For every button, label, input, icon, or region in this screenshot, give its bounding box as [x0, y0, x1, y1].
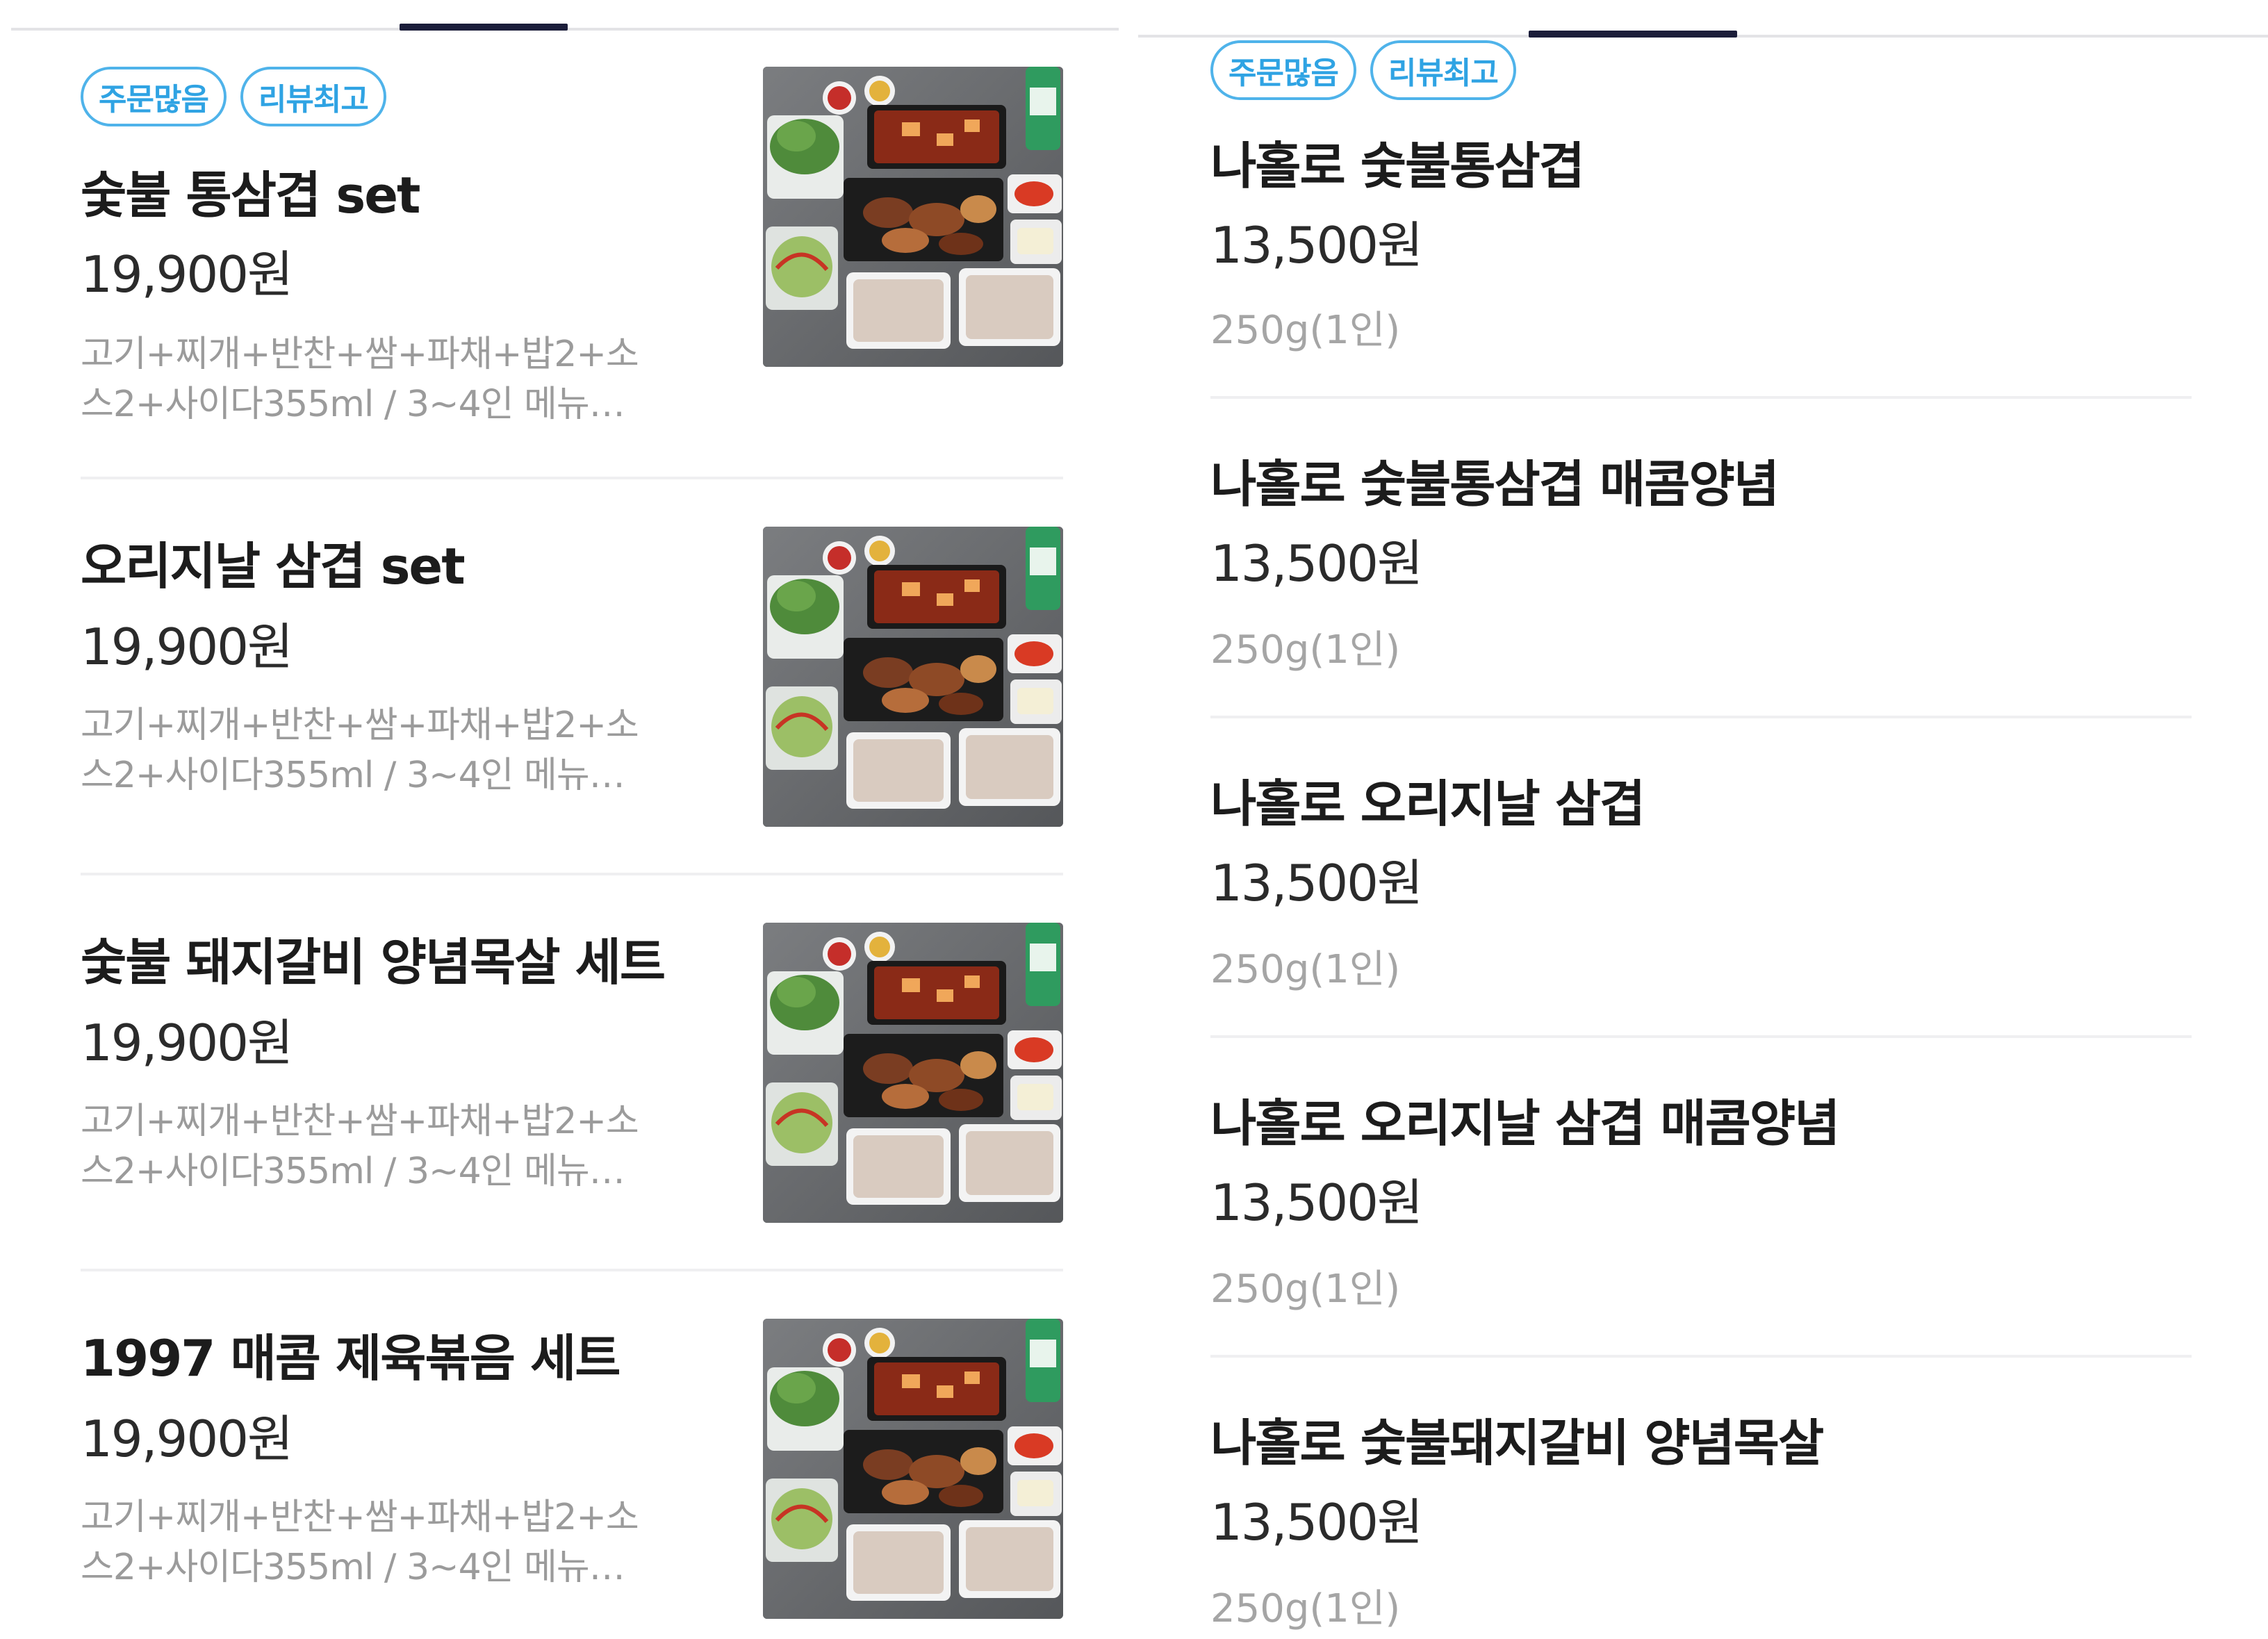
- menu-item-weight: 250g(1인): [1210, 308, 1401, 353]
- menu-item-image: [763, 527, 1063, 827]
- menu-item-desc-line2: 스2+사이다355ml / 3~4인 메뉴…: [81, 1547, 625, 1588]
- menu-item-title: 나홀로 오리지날 삼겹: [1210, 775, 1645, 833]
- meat-set-photo: [763, 923, 1063, 1223]
- menu-item-weight: 250g(1인): [1210, 1586, 1401, 1631]
- menu-item-desc-line2: 스2+사이다355ml / 3~4인 메뉴…: [81, 384, 625, 425]
- menu-item-price: 13,500원: [1210, 1173, 1423, 1232]
- badge-group: 주문많음 리뷰최고: [1210, 40, 1516, 100]
- menu-item-price: 13,500원: [1210, 854, 1423, 912]
- panel-divider: [1119, 0, 1137, 1639]
- divider: [1210, 396, 2192, 399]
- menu-item-image: [763, 1319, 1063, 1619]
- menu-item-price: 13,500원: [1210, 534, 1423, 593]
- menu-item-title: 1997 매콤 제육볶음 세트: [81, 1329, 621, 1387]
- tab-underline: [11, 28, 1128, 31]
- menu-item-title: 나홀로 숯불통삼겹 매콤양념: [1210, 455, 1780, 513]
- menu-item-title: 나홀로 숯불통삼겹: [1210, 137, 1585, 195]
- badge-group: 주문많음 리뷰최고: [81, 67, 386, 126]
- menu-item-weight: 250g(1인): [1210, 627, 1401, 673]
- divider: [81, 1269, 1063, 1271]
- menu-item-title: 나홀로 오리지날 삼겹 매콤양념: [1210, 1094, 1840, 1153]
- menu-item-title: 나홀로 숯불돼지갈비 양념목살: [1210, 1414, 1824, 1472]
- divider: [81, 477, 1063, 479]
- badge-popular: 주문많음: [81, 67, 227, 126]
- menu-item-desc-line1: 고기+찌개+반찬+쌈+파채+밥2+소: [81, 1101, 639, 1142]
- badge-popular: 주문많음: [1210, 40, 1356, 100]
- menu-item-title: 숯불 돼지갈비 양념목살 세트: [81, 933, 666, 991]
- badge-top-review: 리뷰최고: [240, 67, 386, 126]
- divider: [1210, 1035, 2192, 1038]
- menu-item-desc-line2: 스2+사이다355ml / 3~4인 메뉴…: [81, 755, 625, 796]
- divider: [81, 873, 1063, 875]
- meat-set-photo: [763, 527, 1063, 827]
- menu-item-price: 13,500원: [1210, 1493, 1423, 1551]
- menu-item-desc-line2: 스2+사이다355ml / 3~4인 메뉴…: [81, 1151, 625, 1192]
- divider: [1210, 1355, 2192, 1358]
- menu-item-weight: 250g(1인): [1210, 1267, 1401, 1312]
- menu-item-desc-line1: 고기+찌개+반찬+쌈+파채+밥2+소: [81, 1497, 639, 1538]
- menu-item-image: [763, 67, 1063, 367]
- menu-item-weight: 250g(1인): [1210, 947, 1401, 992]
- meat-set-photo: [763, 67, 1063, 367]
- menu-item-title: 오리지날 삼겹 set: [81, 537, 466, 595]
- active-tab-indicator: [1529, 31, 1737, 38]
- menu-item-price: 13,500원: [1210, 216, 1423, 274]
- menu-item-price: 19,900원: [81, 618, 293, 676]
- menu-item-title: 숯불 통삼겹 set: [81, 166, 420, 224]
- menu-item-image: [763, 923, 1063, 1223]
- menu-panel-right: 주문많음 리뷰최고 나홀로 숯불통삼겹 13,500원 250g(1인) 나홀로…: [1138, 0, 2268, 1639]
- active-tab-indicator: [400, 24, 568, 31]
- menu-panel-left: 주문많음 리뷰최고 숯불 통삼겹 set 19,900원 고기+찌개+반찬+쌈+…: [0, 0, 1128, 1639]
- menu-item-price: 19,900원: [81, 245, 293, 304]
- badge-top-review: 리뷰최고: [1370, 40, 1516, 100]
- menu-item-price: 19,900원: [81, 1014, 293, 1072]
- menu-item-desc-line1: 고기+찌개+반찬+쌈+파채+밥2+소: [81, 705, 639, 746]
- meat-set-photo: [763, 1319, 1063, 1619]
- divider: [1210, 716, 2192, 718]
- menu-item-desc-line1: 고기+찌개+반찬+쌈+파채+밥2+소: [81, 333, 639, 375]
- menu-item-price: 19,900원: [81, 1410, 293, 1468]
